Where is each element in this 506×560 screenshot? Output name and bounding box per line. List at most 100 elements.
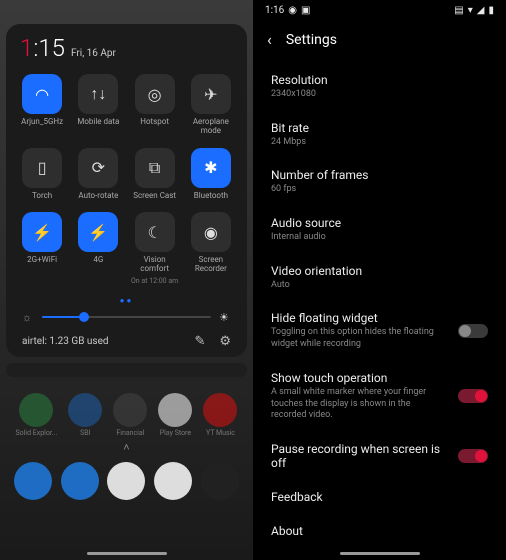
setting-row[interactable]: Video orientation Auto (253, 254, 506, 302)
edit-icon[interactable]: ✎ (194, 334, 205, 349)
qs-tile-label: 2G+WiFi (27, 256, 57, 265)
qs-tile-airplane[interactable]: ✈ Aeroplane mode (183, 72, 239, 142)
hotspot-icon: ◎ (135, 74, 175, 114)
toggle-switch[interactable] (458, 389, 488, 403)
qs-tile-screenrecorder[interactable]: ◉Screen Recorder (183, 210, 239, 291)
setting-title: Video orientation (271, 264, 488, 278)
setting-value: Auto (271, 280, 488, 292)
gear-icon[interactable]: ⚙ (219, 334, 231, 349)
setting-title: Bit rate (271, 121, 488, 135)
app-icon (19, 393, 53, 427)
brightness-high-icon: ☀ (219, 311, 231, 324)
data-usage-text[interactable]: airtel: 1.23 GB used (22, 336, 109, 347)
setting-title: Audio source (271, 216, 488, 230)
back-button[interactable]: ‹ (267, 30, 272, 49)
page-indicator: ●● (14, 292, 239, 311)
app-icon (68, 393, 102, 427)
dock-app-camera[interactable] (201, 462, 239, 500)
qs-tile-label: Mobile data (77, 118, 119, 127)
page-title: Settings (286, 32, 337, 48)
quick-settings-panel: 1:15 Fri, 16 Apr ◠ Arjun_5GHz ↑↓ Mobile dat… (6, 24, 247, 357)
setting-row[interactable]: Audio source Internal audio (253, 206, 506, 254)
battery-status-icon: ▮ (488, 5, 494, 16)
setting-title: Resolution (271, 73, 488, 87)
brightness-low-icon: ☼ (22, 311, 34, 324)
app-label: YT Music (206, 429, 235, 437)
setting-title: About (271, 524, 488, 538)
qs-tile-label: Vision comfort (129, 256, 181, 274)
shade-clock: 1:15 (20, 34, 65, 62)
qs-tile-autorotate[interactable]: ⟳ Auto-rotate (70, 146, 126, 207)
autorotate-icon: ⟳ (78, 148, 118, 188)
qs-tile-label: Auto-rotate (78, 192, 118, 201)
app-icon (113, 393, 147, 427)
home-app[interactable]: Financial (113, 393, 147, 437)
qs-tile-4g[interactable]: ⚡4G (70, 210, 126, 291)
app-icon (203, 393, 237, 427)
2g-wifi-icon: ⚡ (22, 212, 62, 252)
home-app[interactable]: Play Store (158, 393, 192, 437)
notification-card-collapsed[interactable] (6, 363, 247, 377)
setting-row[interactable]: Resolution 2340x1080 (253, 63, 506, 111)
qs-tile-label: Torch (32, 192, 52, 201)
screenshot-icon: ▤ (454, 5, 463, 16)
qs-tile-bluetooth[interactable]: ✱Bluetooth (183, 146, 239, 207)
qs-tile-label: Arjun_5GHz (21, 118, 63, 127)
home-app[interactable]: YT Music (203, 393, 237, 437)
home-app[interactable]: Solid Explor... (16, 393, 58, 437)
setting-value: 2340x1080 (271, 89, 488, 101)
toggle-switch[interactable] (458, 449, 488, 463)
app-label: SBI (80, 429, 90, 437)
qs-tile-label: 4G (93, 256, 103, 265)
qs-tile-mobiledata[interactable]: ↑↓ Mobile data (70, 72, 126, 142)
setting-value: Internal audio (271, 232, 488, 244)
shade-date: Fri, 16 Apr (71, 48, 116, 59)
recording-icon: ◉ (288, 5, 297, 16)
brightness-slider[interactable]: ☼ ☀ (14, 311, 239, 332)
dock-app-phone[interactable] (14, 462, 52, 500)
setting-value: 24 Mbps (271, 137, 488, 149)
setting-subtitle: Toggling on this option hides the floati… (271, 327, 448, 350)
mobiledata-icon: ↑↓ (78, 74, 118, 114)
setting-row[interactable]: Bit rate 24 Mbps (253, 111, 506, 159)
app-drawer-handle[interactable]: ˄ (0, 439, 253, 456)
qs-tile-torch[interactable]: ▯Torch (14, 146, 70, 207)
qs-tile-label: Aeroplane mode (185, 118, 237, 136)
app-icon (158, 393, 192, 427)
setting-row[interactable]: Feedback (253, 480, 506, 514)
qs-tile-label: Hotspot (140, 118, 169, 127)
screencast-icon: ⧉ (135, 148, 175, 188)
qs-tile-label: Screen Recorder (185, 256, 237, 274)
nav-pill[interactable] (87, 552, 167, 555)
dock-app-chrome[interactable] (154, 462, 192, 500)
dock-app-gmail[interactable] (107, 462, 145, 500)
airplane-icon: ✈ (191, 74, 231, 114)
setting-row[interactable]: Hide floating widget Toggling on this opt… (253, 301, 506, 360)
home-app[interactable]: SBI (68, 393, 102, 437)
bluetooth-icon: ✱ (191, 148, 231, 188)
qs-tile-wifi[interactable]: ◠ Arjun_5GHz (14, 72, 70, 142)
wifi-icon: ◠ (22, 74, 62, 114)
cast-status-icon: ▣ (301, 5, 310, 16)
nav-pill[interactable] (340, 552, 420, 555)
qs-tile-screencast[interactable]: ⧉ Screen Cast (127, 146, 183, 207)
status-time: 1:16 (265, 5, 284, 16)
qs-tile-label: Screen Cast (133, 192, 176, 201)
setting-subtitle: A small white marker where your finger t… (271, 387, 448, 422)
app-label: Play Store (160, 429, 191, 437)
setting-row[interactable]: Pause recording when screen is off (253, 432, 506, 480)
dock-app-messages[interactable] (61, 462, 99, 500)
visioncomfort-icon: ☾ (135, 212, 175, 252)
toggle-switch[interactable] (458, 324, 488, 338)
setting-title: Feedback (271, 490, 488, 504)
setting-row[interactable]: Show touch operation A small white marker… (253, 361, 506, 432)
setting-row[interactable]: About (253, 514, 506, 548)
qs-tile-2g-wifi[interactable]: ⚡ 2G+WiFi (14, 210, 70, 291)
qs-tile-hotspot[interactable]: ◎ Hotspot (127, 72, 183, 142)
setting-title: Hide floating widget (271, 311, 448, 325)
signal-icon: ◢ (477, 5, 485, 16)
setting-title: Show touch operation (271, 371, 448, 385)
app-label: Solid Explor... (16, 429, 58, 437)
qs-tile-visioncomfort[interactable]: ☾Vision comfortOn at 12:00 am (127, 210, 183, 291)
setting-row[interactable]: Number of frames60 fps (253, 158, 506, 206)
